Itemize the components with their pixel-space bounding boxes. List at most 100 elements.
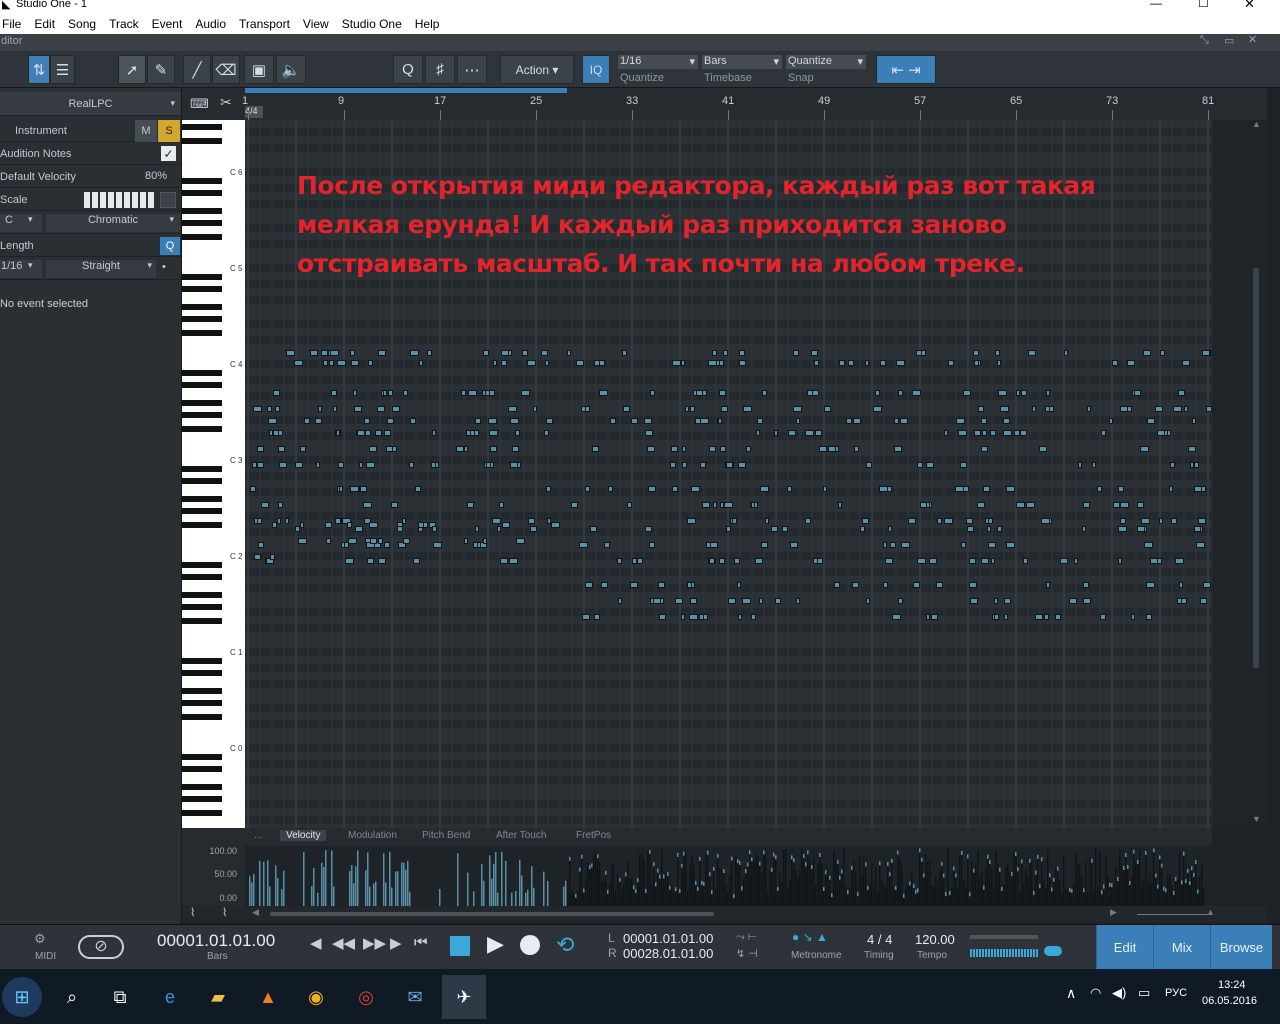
- velocity-bar[interactable]: [1061, 893, 1063, 906]
- velocity-bar[interactable]: [1093, 889, 1095, 906]
- precount-icon[interactable]: ↯ ⊣: [736, 947, 758, 960]
- scale-root-dropdown[interactable]: C ▾: [0, 214, 42, 232]
- midi-note[interactable]: [365, 462, 375, 468]
- midi-note[interactable]: [1003, 430, 1013, 436]
- midi-note[interactable]: [709, 542, 718, 548]
- velocity-bar[interactable]: [1085, 861, 1087, 906]
- velocity-bar[interactable]: [439, 888, 441, 906]
- midi-note[interactable]: [543, 430, 549, 436]
- midi-note[interactable]: [585, 582, 594, 588]
- midi-note[interactable]: [805, 430, 815, 436]
- quantize-icon[interactable]: Q: [393, 55, 423, 84]
- midi-note[interactable]: [1193, 486, 1202, 492]
- midi-note[interactable]: [315, 462, 320, 468]
- paint-tool-icon[interactable]: ╱: [183, 55, 211, 84]
- midi-note[interactable]: [1082, 526, 1087, 532]
- scale-keyboard-icon[interactable]: [84, 192, 154, 208]
- velocity-bar[interactable]: [1081, 874, 1083, 906]
- midi-note[interactable]: [792, 406, 802, 412]
- velocity-bar[interactable]: [1199, 877, 1201, 906]
- midi-note[interactable]: [571, 502, 579, 508]
- velocity-bar[interactable]: [1055, 867, 1057, 906]
- midi-note[interactable]: [276, 518, 281, 524]
- velocity-bar[interactable]: [1153, 848, 1155, 906]
- midi-note[interactable]: [267, 418, 277, 424]
- midi-note[interactable]: [415, 486, 422, 492]
- black-key[interactable]: [182, 766, 222, 772]
- midi-note[interactable]: [860, 526, 866, 532]
- midi-note[interactable]: [427, 350, 433, 356]
- midi-note[interactable]: [1169, 486, 1174, 492]
- velocity-bar[interactable]: [1007, 862, 1009, 906]
- midi-note[interactable]: [1032, 406, 1037, 412]
- midi-note[interactable]: [1034, 614, 1043, 620]
- velocity-bar[interactable]: [1131, 876, 1133, 906]
- midi-note[interactable]: [354, 406, 363, 412]
- velocity-bar[interactable]: [1021, 859, 1023, 906]
- midi-note[interactable]: [273, 390, 281, 396]
- velocity-bar[interactable]: [773, 852, 775, 906]
- pencil-tool-icon[interactable]: ✎: [147, 55, 175, 84]
- autopunch-icon[interactable]: ⤳ ⊢: [736, 931, 756, 944]
- midi-note[interactable]: [360, 486, 368, 492]
- midi-note[interactable]: [1000, 406, 1010, 412]
- velocity-bar[interactable]: [357, 850, 359, 906]
- midi-note[interactable]: [582, 614, 591, 620]
- edit-button[interactable]: Edit: [1096, 925, 1153, 970]
- velocity-bar[interactable]: [803, 853, 805, 906]
- velocity-bar[interactable]: [473, 891, 475, 906]
- midi-note[interactable]: [1118, 558, 1123, 564]
- midi-note[interactable]: [491, 518, 501, 524]
- velocity-bar[interactable]: [259, 860, 261, 906]
- velocity-bar[interactable]: [849, 887, 851, 906]
- midi-note[interactable]: [1127, 406, 1133, 412]
- black-key[interactable]: [182, 562, 222, 568]
- velocity-bar[interactable]: [853, 860, 855, 906]
- midi-note[interactable]: [685, 406, 690, 412]
- midi-note[interactable]: [709, 558, 716, 564]
- midi-note[interactable]: [1127, 360, 1136, 366]
- velocity-bar[interactable]: [817, 863, 819, 906]
- velocity-bar[interactable]: [321, 862, 323, 906]
- midi-note[interactable]: [335, 430, 340, 436]
- velocity-bar[interactable]: [1119, 850, 1121, 906]
- midi-note[interactable]: [671, 446, 679, 452]
- velocity-bar[interactable]: [911, 873, 913, 906]
- velocity-bar[interactable]: [757, 856, 759, 906]
- velocity-bar[interactable]: [737, 859, 739, 906]
- midi-note[interactable]: [468, 390, 478, 396]
- velocity-bar[interactable]: [631, 877, 633, 906]
- midi-note[interactable]: [659, 614, 667, 620]
- midi-note[interactable]: [893, 446, 902, 452]
- midi-note[interactable]: [546, 518, 551, 524]
- velocity-bar[interactable]: [771, 867, 773, 906]
- velocity-bar[interactable]: [401, 862, 403, 906]
- midi-note[interactable]: [711, 350, 717, 356]
- midi-note[interactable]: [645, 430, 654, 436]
- quantize-dropdown[interactable]: 1/16 ▾ Quantize: [614, 53, 698, 86]
- midi-note[interactable]: [901, 542, 911, 548]
- black-key[interactable]: [182, 286, 222, 292]
- midi-note[interactable]: [671, 360, 681, 366]
- midi-note[interactable]: [726, 462, 734, 468]
- menu-item[interactable]: Track: [109, 17, 146, 31]
- velocity-bar[interactable]: [625, 872, 627, 906]
- midi-note[interactable]: [1073, 558, 1078, 564]
- midi-note[interactable]: [786, 486, 792, 492]
- black-key[interactable]: [182, 508, 222, 514]
- midi-note[interactable]: [278, 446, 286, 452]
- midi-note[interactable]: [1108, 418, 1113, 424]
- midi-note[interactable]: [890, 542, 897, 548]
- midi-note[interactable]: [490, 446, 498, 452]
- velocity-bar[interactable]: [1067, 888, 1069, 906]
- solo-button[interactable]: S: [158, 120, 180, 142]
- velocity-bar[interactable]: [1115, 866, 1117, 906]
- velocity-bar[interactable]: [629, 878, 631, 906]
- velocity-bar[interactable]: [1075, 853, 1077, 906]
- velocity-bar[interactable]: [1167, 874, 1169, 906]
- midi-note[interactable]: [507, 350, 512, 356]
- velocity-bar[interactable]: [1149, 873, 1151, 906]
- midi-note[interactable]: [963, 390, 972, 396]
- midi-note[interactable]: [792, 350, 799, 356]
- black-key[interactable]: [182, 496, 222, 502]
